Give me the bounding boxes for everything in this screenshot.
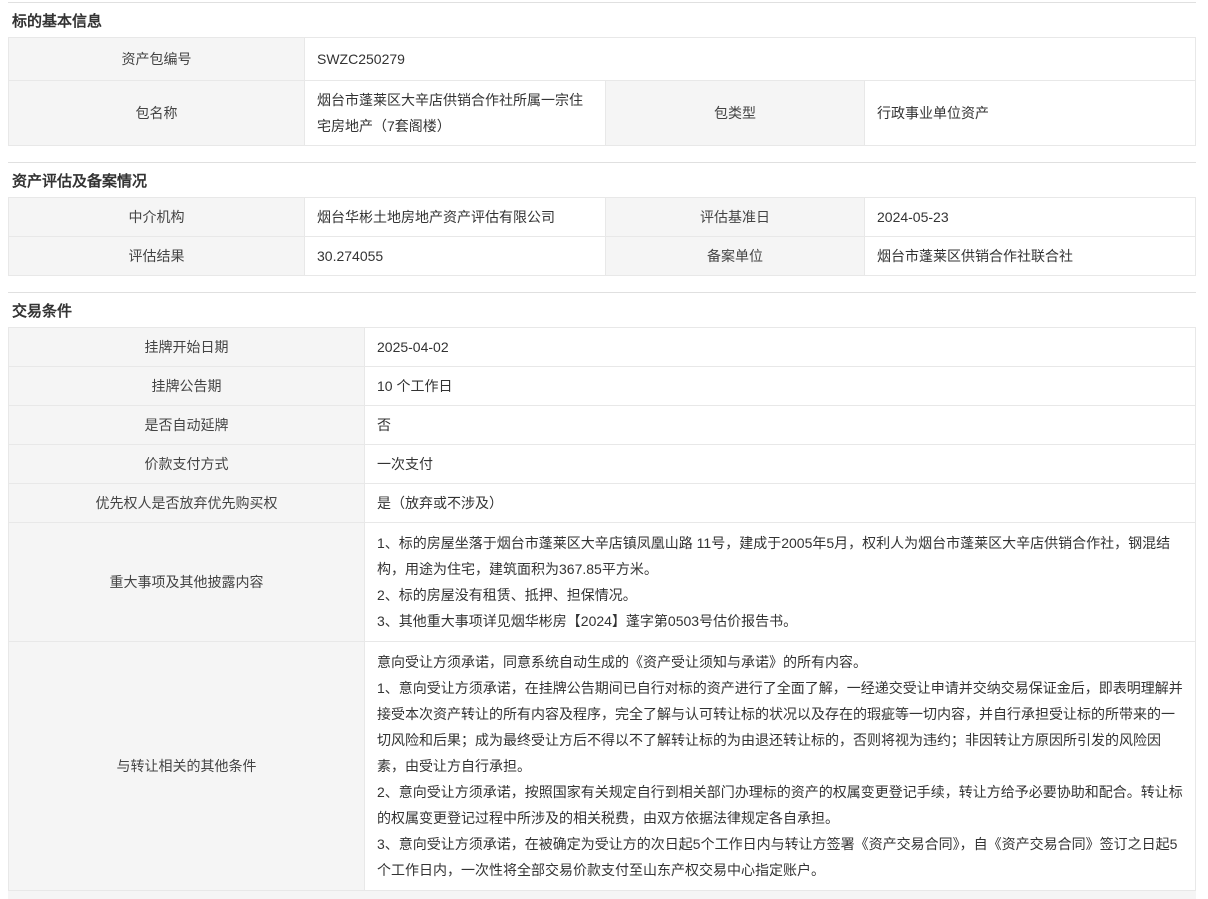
field-value-preemptive-right-waiver: 是（放弃或不涉及） [364, 484, 1195, 522]
section-title-appraisal-record: 资产评估及备案情况 [8, 163, 1196, 197]
table-row: 重大事项及其他披露内容 1、标的房屋坐落于烟台市蓬莱区大辛店镇凤凰山路 11号，… [9, 522, 1195, 641]
next-row-peek-strip [8, 890, 1196, 899]
field-label-preemptive-right-waiver: 优先权人是否放弃优先购买权 [9, 484, 364, 522]
field-label-intermediary-agency: 中介机构 [9, 198, 304, 236]
field-value-intermediary-agency: 烟台华彬土地房地产资产评估有限公司 [304, 198, 605, 236]
field-label-asset-package-number: 资产包编号 [9, 38, 304, 80]
table-row: 资产包编号 SWZC250279 [9, 38, 1195, 80]
table-row: 价款支付方式 一次支付 [9, 444, 1195, 483]
field-value-appraisal-base-date: 2024-05-23 [864, 198, 1195, 236]
condition-paragraph: 2、意向受让方须承诺，按照国家有关规定自行到相关部门办理标的资产的权属变更登记手… [377, 779, 1183, 831]
field-value-asset-package-number: SWZC250279 [304, 38, 1195, 80]
basic-info-table: 资产包编号 SWZC250279 包名称 烟台市蓬莱区大辛店供销合作社所属一宗住… [8, 37, 1196, 146]
condition-paragraph: 3、意向受让方须承诺，在被确定为受让方的次日起5个工作日内与转让方签署《资产交易… [377, 831, 1183, 883]
table-row: 包名称 烟台市蓬莱区大辛店供销合作社所属一宗住宅房地产（7套阁楼） 包类型 行政… [9, 80, 1195, 145]
field-label-major-matters-disclosure: 重大事项及其他披露内容 [9, 523, 364, 641]
section-title-basic-info: 标的基本信息 [8, 3, 1196, 37]
field-value-filing-unit: 烟台市蓬莱区供销合作社联合社 [864, 237, 1195, 275]
field-value-package-type: 行政事业单位资产 [864, 81, 1195, 145]
section-appraisal-record: 资产评估及备案情况 中介机构 烟台华彬土地房地产资产评估有限公司 评估基准日 2… [8, 162, 1196, 276]
disclosure-paragraph: 1、标的房屋坐落于烟台市蓬莱区大辛店镇凤凰山路 11号，建成于2005年5月，权… [377, 530, 1183, 582]
section-transaction-conditions: 交易条件 挂牌开始日期 2025-04-02 挂牌公告期 10 个工作日 是否自… [8, 292, 1196, 891]
field-label-other-transfer-conditions: 与转让相关的其他条件 [9, 642, 364, 890]
table-row: 是否自动延牌 否 [9, 405, 1195, 444]
disclosure-paragraph: 3、其他重大事项详见烟华彬房【2024】蓬字第0503号估价报告书。 [377, 608, 1183, 634]
field-label-appraisal-result: 评估结果 [9, 237, 304, 275]
condition-paragraph: 1、意向受让方须承诺，在挂牌公告期间已自行对标的资产进行了全面了解，一经递交受让… [377, 675, 1183, 779]
table-row: 中介机构 烟台华彬土地房地产资产评估有限公司 评估基准日 2024-05-23 [9, 198, 1195, 236]
field-value-listing-announcement-period: 10 个工作日 [364, 367, 1195, 405]
field-label-listing-announcement-period: 挂牌公告期 [9, 367, 364, 405]
section-basic-info: 标的基本信息 资产包编号 SWZC250279 包名称 烟台市蓬莱区大辛店供销合… [8, 2, 1196, 146]
field-value-listing-start-date: 2025-04-02 [364, 328, 1195, 366]
field-value-appraisal-result: 30.274055 [304, 237, 605, 275]
field-label-payment-method: 价款支付方式 [9, 445, 364, 483]
field-label-auto-extension: 是否自动延牌 [9, 406, 364, 444]
table-row: 评估结果 30.274055 备案单位 烟台市蓬莱区供销合作社联合社 [9, 236, 1195, 275]
field-value-auto-extension: 否 [364, 406, 1195, 444]
disclosure-paragraph: 2、标的房屋没有租赁、抵押、担保情况。 [377, 582, 1183, 608]
field-label-appraisal-base-date: 评估基准日 [605, 198, 864, 236]
field-label-listing-start-date: 挂牌开始日期 [9, 328, 364, 366]
table-row: 与转让相关的其他条件 意向受让方须承诺，同意系统自动生成的《资产受让须知与承诺》… [9, 641, 1195, 890]
field-label-package-name: 包名称 [9, 81, 304, 145]
asset-listing-detail-page: 标的基本信息 资产包编号 SWZC250279 包名称 烟台市蓬莱区大辛店供销合… [0, 2, 1208, 899]
field-value-other-transfer-conditions: 意向受让方须承诺，同意系统自动生成的《资产受让须知与承诺》的所有内容。 1、意向… [364, 642, 1195, 890]
table-row: 优先权人是否放弃优先购买权 是（放弃或不涉及） [9, 483, 1195, 522]
table-row: 挂牌公告期 10 个工作日 [9, 366, 1195, 405]
field-value-payment-method: 一次支付 [364, 445, 1195, 483]
table-row: 挂牌开始日期 2025-04-02 [9, 328, 1195, 366]
condition-paragraph: 意向受让方须承诺，同意系统自动生成的《资产受让须知与承诺》的所有内容。 [377, 649, 1183, 675]
field-label-package-type: 包类型 [605, 81, 864, 145]
field-label-filing-unit: 备案单位 [605, 237, 864, 275]
section-title-transaction-conditions: 交易条件 [8, 293, 1196, 327]
appraisal-record-table: 中介机构 烟台华彬土地房地产资产评估有限公司 评估基准日 2024-05-23 … [8, 197, 1196, 276]
field-value-package-name: 烟台市蓬莱区大辛店供销合作社所属一宗住宅房地产（7套阁楼） [304, 81, 605, 145]
field-value-major-matters-disclosure: 1、标的房屋坐落于烟台市蓬莱区大辛店镇凤凰山路 11号，建成于2005年5月，权… [364, 523, 1195, 641]
transaction-conditions-table: 挂牌开始日期 2025-04-02 挂牌公告期 10 个工作日 是否自动延牌 否… [8, 327, 1196, 891]
